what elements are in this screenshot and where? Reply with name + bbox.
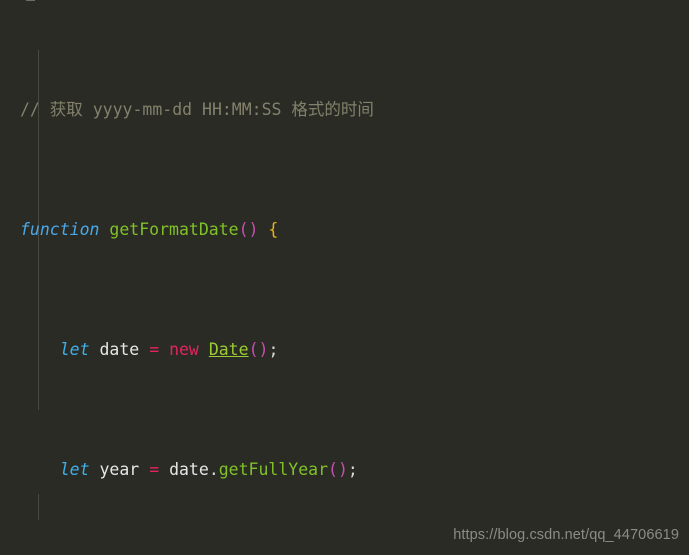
watermark-url: https://blog.csdn.net/qq_44706619 bbox=[453, 527, 679, 543]
function-name: getFormatDate bbox=[109, 220, 239, 239]
class-date: Date bbox=[208, 340, 249, 359]
code-line-3: let date = new Date(); bbox=[59, 340, 279, 359]
keyword-new: new bbox=[169, 340, 199, 359]
operator-assign: = bbox=[149, 340, 160, 359]
var-date: date bbox=[99, 340, 140, 359]
code-editor[interactable]: // 获取 yyyy-mm-dd HH:MM:SS 格式的时间 function… bbox=[0, 0, 689, 555]
code-line-1: // 获取 yyyy-mm-dd HH:MM:SS 格式的时间 bbox=[0, 98, 606, 122]
code-line-2: function getFormatDate() { bbox=[0, 218, 606, 242]
keyword-function: function bbox=[20, 220, 100, 239]
comment-text: // 获取 yyyy-mm-dd HH:MM:SS 格式的时间 bbox=[20, 100, 374, 119]
code-line-4: let year = date.getFullYear(); bbox=[59, 460, 358, 479]
paren-pair: () bbox=[238, 220, 259, 239]
brace-open: { bbox=[268, 220, 279, 239]
var-year: year bbox=[99, 460, 140, 479]
method-getFullYear: getFullYear bbox=[218, 460, 329, 479]
keyword-let: let bbox=[59, 340, 90, 359]
code-content[interactable]: // 获取 yyyy-mm-dd HH:MM:SS 格式的时间 function… bbox=[0, 0, 606, 555]
